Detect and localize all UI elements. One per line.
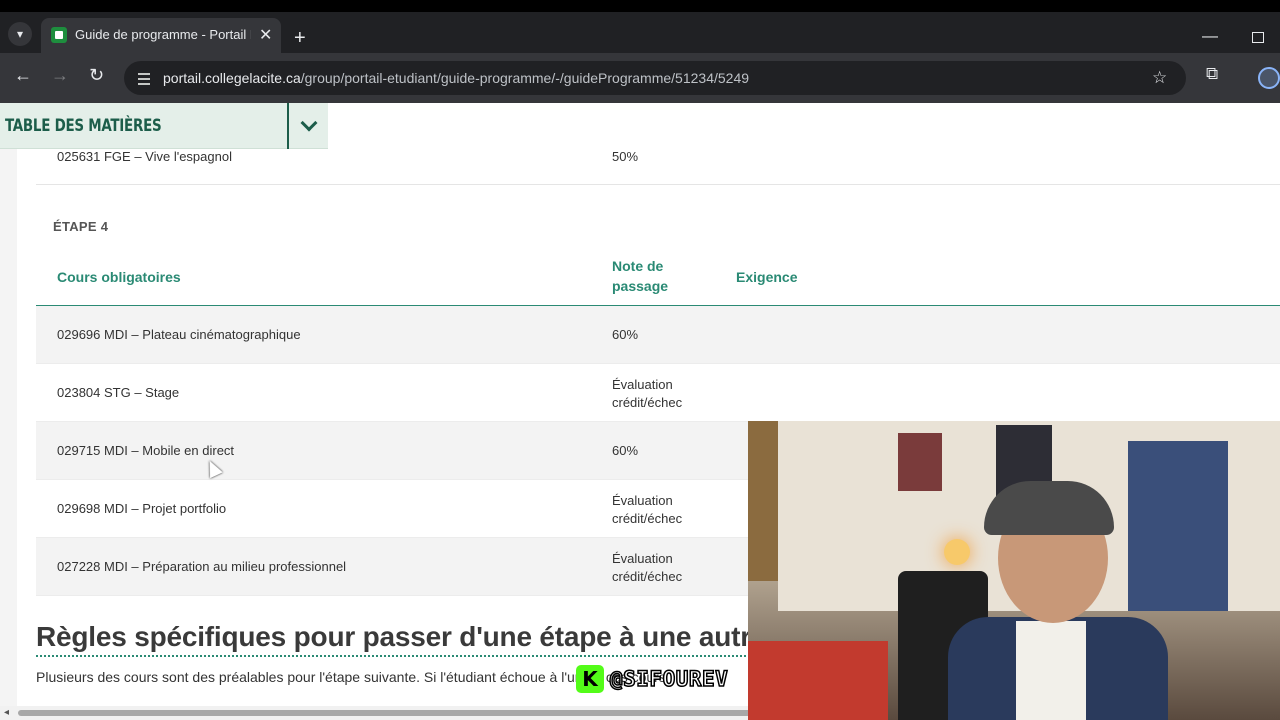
- step-heading: ÉTAPE 4: [53, 219, 109, 234]
- tab-close-icon[interactable]: ✕: [259, 25, 272, 45]
- toc-title: TABLE DES MATIÈRES: [5, 116, 162, 136]
- new-tab-button[interactable]: +: [294, 28, 306, 48]
- extensions-puzzle-icon[interactable]: ⧉: [1206, 64, 1218, 84]
- course-name: 027228 MDI – Préparation au milieu profe…: [57, 559, 347, 574]
- header-grade-line1: Note de: [612, 258, 664, 274]
- pass-grade-line2: crédit/échec: [612, 511, 683, 526]
- webcam-door: [748, 421, 778, 581]
- pass-grade: Évaluation crédit/échec: [612, 492, 682, 528]
- site-favicon-icon: [51, 27, 67, 43]
- chevron-down-icon[interactable]: [287, 103, 328, 149]
- webcam-overlay: [748, 421, 1280, 720]
- table-of-contents-bar[interactable]: TABLE DES MATIÈRES: [0, 103, 328, 149]
- pass-grade-line1: Évaluation: [612, 493, 673, 508]
- webcam-person-cap: [984, 481, 1114, 535]
- webcam-lamp: [944, 539, 970, 565]
- url-host: portail.collegelacite.ca: [163, 70, 301, 86]
- pass-grade: 60%: [612, 443, 639, 458]
- table-row: 029696 MDI – Plateau cinématographique 6…: [36, 306, 1280, 364]
- url-text: portail.collegelacite.ca/group/portail-e…: [163, 70, 749, 86]
- course-name: 029715 MDI – Mobile en direct: [57, 443, 235, 458]
- tab-strip: ▾ Guide de programme - Portail Étudiant …: [0, 12, 1280, 53]
- header-requirement: Exigence: [736, 269, 798, 285]
- webcam-poster: [898, 433, 942, 491]
- streamer-handle: K @SIFOUREV: [576, 665, 729, 693]
- header-course: Cours obligatoires: [57, 269, 181, 285]
- pass-grade: 50%: [612, 149, 639, 164]
- webcam-blanket: [748, 641, 888, 720]
- course-name: 029696 MDI – Plateau cinématographique: [57, 327, 301, 342]
- pass-grade-line2: crédit/échec: [612, 569, 683, 584]
- address-bar[interactable]: portail.collegelacite.ca/group/portail-e…: [124, 61, 1186, 95]
- table-header: Cours obligatoires Note de passage Exige…: [36, 253, 1280, 306]
- screen-top-edge: [0, 0, 1280, 12]
- scroll-left-arrow-icon[interactable]: ◂: [4, 707, 9, 718]
- pass-grade: Évaluation crédit/échec: [612, 376, 682, 412]
- pass-grade-line1: Évaluation: [612, 551, 673, 566]
- webcam-person-shirt: [1016, 621, 1086, 720]
- course-name: 029698 MDI – Projet portfolio: [57, 501, 227, 516]
- forward-button[interactable]: →: [51, 65, 69, 86]
- browser-toolbar: ← → ↻ portail.collegelacite.ca/group/por…: [0, 53, 1280, 103]
- tab-title: Guide de programme - Portail Étudiant: [75, 27, 251, 42]
- section-paragraph: Plusieurs des cours sont des préalables …: [36, 669, 666, 685]
- pass-grade-line1: Évaluation: [612, 377, 673, 392]
- header-grade-line2: passage: [612, 278, 669, 294]
- pass-grade-line2: crédit/échec: [612, 395, 683, 410]
- back-button[interactable]: ←: [14, 65, 32, 86]
- bookmark-star-icon[interactable]: ☆: [1152, 68, 1167, 88]
- pass-grade: 60%: [612, 327, 639, 342]
- window-minimize-button[interactable]: —: [1202, 28, 1218, 46]
- reload-button[interactable]: ↻: [89, 65, 104, 86]
- webcam-clothes: [1128, 441, 1228, 611]
- window-restore-button[interactable]: [1252, 32, 1264, 43]
- scrollbar-thumb[interactable]: [18, 710, 758, 716]
- section-heading: Règles spécifiques pour passer d'une éta…: [36, 621, 767, 657]
- pass-grade: Évaluation crédit/échec: [612, 550, 682, 586]
- handle-text: @SIFOUREV: [609, 666, 729, 692]
- profile-avatar[interactable]: [1258, 67, 1280, 89]
- site-info-icon[interactable]: [136, 70, 152, 86]
- course-name: 025631 FGE – Vive l'espagnol: [57, 149, 232, 164]
- url-path: /group/portail-etudiant/guide-programme/…: [300, 70, 750, 86]
- table-row: 023804 STG – Stage Évaluation crédit/éche…: [36, 364, 1280, 422]
- tab-search-button[interactable]: ▾: [8, 22, 32, 46]
- course-name: 023804 STG – Stage: [57, 385, 180, 400]
- browser-tab-active[interactable]: Guide de programme - Portail Étudiant ✕: [41, 18, 281, 53]
- kick-logo-icon: K: [576, 665, 604, 693]
